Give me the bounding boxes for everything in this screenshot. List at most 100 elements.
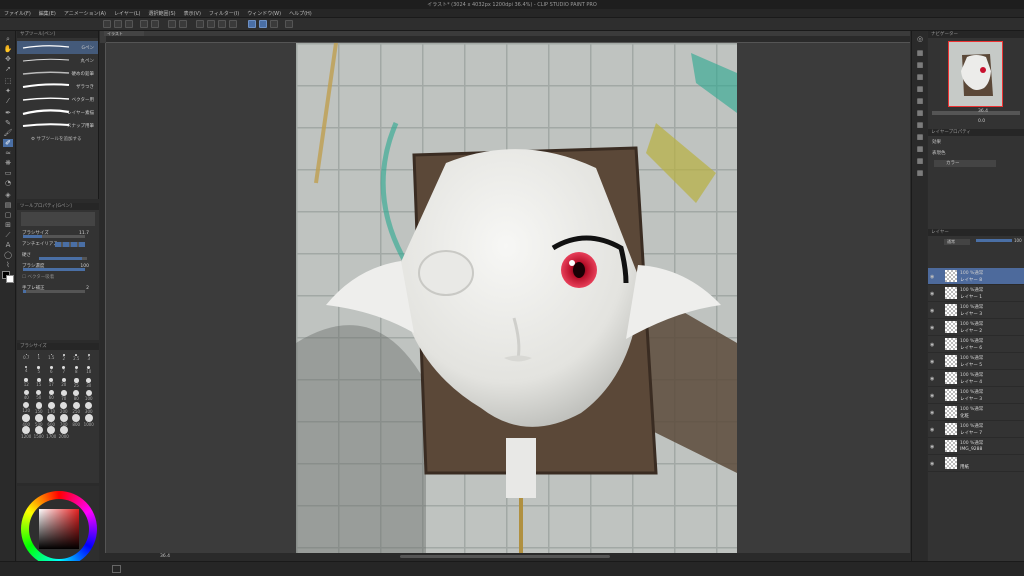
brush-size-cell[interactable]: 400	[20, 413, 33, 427]
menu-edit[interactable]: 編集(E)	[35, 9, 60, 18]
layer-row[interactable]: ◉ 100 %通常 レイヤー 3	[928, 387, 1024, 404]
antialias-row[interactable]: アンチエイリアス	[17, 239, 99, 250]
eye-icon[interactable]: ◉	[930, 427, 934, 433]
fill-tool-icon[interactable]: ◈	[3, 191, 13, 199]
menu-selection[interactable]: 選択範囲(S)	[145, 9, 180, 18]
sub-color-swatch[interactable]	[6, 275, 14, 283]
material-icon[interactable]: ▦	[915, 109, 925, 117]
material-icon[interactable]: ▦	[915, 97, 925, 105]
subtool-tab[interactable]: サブツール[ペン]	[17, 31, 98, 38]
menu-window[interactable]: ウィンドウ(W)	[243, 9, 285, 18]
eye-icon[interactable]: ◉	[930, 444, 934, 450]
menu-file[interactable]: ファイル(F)	[0, 9, 35, 18]
eye-icon[interactable]: ◉	[930, 359, 934, 365]
material-icon[interactable]: ▦	[915, 61, 925, 69]
navigator-icon[interactable]: ◎	[915, 35, 925, 43]
menu-view[interactable]: 表示(V)	[180, 9, 205, 18]
brush-size-cell[interactable]: 6	[45, 365, 58, 377]
navigator-thumbnail[interactable]	[948, 41, 1003, 107]
brush-item[interactable]: ベクター用	[17, 93, 98, 106]
opacity-slider[interactable]	[976, 239, 1012, 242]
invert-selection-icon[interactable]	[218, 20, 226, 28]
text-tool-icon[interactable]: A	[3, 241, 13, 249]
brush-size-cell[interactable]: 40	[20, 389, 33, 401]
density-row[interactable]: ブラシ濃度 100	[17, 261, 99, 272]
brush-size-cell[interactable]: 25	[70, 377, 83, 389]
brush-size-cell[interactable]: 50	[33, 389, 46, 401]
clear-icon[interactable]	[168, 20, 176, 28]
antialias-options[interactable]	[55, 242, 85, 247]
panel-toggle-icon[interactable]	[112, 565, 121, 573]
horizontal-scrollbar[interactable]	[400, 555, 610, 558]
pen-tool-icon[interactable]: ✒	[3, 109, 13, 117]
brush-size-cell[interactable]: 5	[33, 365, 46, 377]
brush-size-cell[interactable]: 1500	[33, 425, 46, 439]
auto-select-icon[interactable]: ✦	[3, 87, 13, 95]
layer-row[interactable]: ◉ 100 %通常 レイヤー 1	[928, 285, 1024, 302]
brush-size-cell[interactable]: 12	[20, 377, 33, 389]
vector-snap-row[interactable]: ☐ ベクター吸着	[17, 272, 99, 283]
brush-size-cell[interactable]: 70	[58, 389, 71, 401]
navigator-zoom[interactable]: 36.4	[978, 109, 988, 114]
brush-size-cell[interactable]: 7	[58, 365, 71, 377]
hue-ring[interactable]	[21, 491, 97, 567]
gradient-icon[interactable]: ▤	[3, 201, 13, 209]
menu-filter[interactable]: フィルター(I)	[205, 9, 243, 18]
deselect-icon[interactable]	[207, 20, 215, 28]
layer-row[interactable]: ◉ 100 %通常 レイヤー 7	[928, 421, 1024, 438]
layer-row[interactable]: ◉ 100 %通常 レイヤー 3	[928, 302, 1024, 319]
zoom-tool-icon[interactable]: ⌕	[3, 35, 13, 43]
material-icon[interactable]: ▦	[915, 121, 925, 129]
snap-grid-icon[interactable]	[259, 20, 267, 28]
brush-size-cell[interactable]: 300	[83, 401, 96, 414]
blend-mode-select[interactable]: 通常	[944, 239, 970, 245]
brush-size-cell[interactable]: 2000	[58, 425, 71, 439]
brush-size-row[interactable]: ブラシサイズ 11.7	[17, 228, 99, 239]
layer-row[interactable]: ◉ 用紙	[928, 455, 1024, 472]
material-icon[interactable]: ▦	[915, 73, 925, 81]
eye-icon[interactable]: ◉	[930, 376, 934, 382]
brush-size-cell[interactable]: 250	[70, 401, 83, 414]
brush-size-cell[interactable]: 170	[45, 401, 58, 414]
layer-row[interactable]: ◉ 100 %通常 レイヤー 4	[928, 370, 1024, 387]
brush-size-cell[interactable]: 2	[58, 353, 71, 365]
save-icon[interactable]	[125, 20, 133, 28]
zoom-readout[interactable]: 36.4	[160, 554, 170, 559]
brush-size-cell[interactable]: 1700	[45, 425, 58, 439]
figure-icon[interactable]: ▢	[3, 211, 13, 219]
layer-row[interactable]: ◉ 100 %通常 レイヤー 6	[928, 336, 1024, 353]
frame-icon[interactable]: ⊞	[3, 221, 13, 229]
eye-icon[interactable]: ◉	[930, 291, 934, 297]
balloon-icon[interactable]: ◯	[3, 251, 13, 259]
brush-size-cell[interactable]: 1.5	[45, 353, 58, 365]
eye-icon[interactable]: ◉	[930, 342, 934, 348]
brush-item[interactable]: スナップ用筆	[17, 119, 98, 132]
opacity-value[interactable]: 100	[1014, 238, 1022, 243]
stabilization-row[interactable]: 手ブレ補正 2	[17, 283, 99, 294]
layerprop-tab[interactable]: レイヤープロパティ	[928, 129, 1024, 136]
show-selection-icon[interactable]	[229, 20, 237, 28]
gpen-tool-icon[interactable]: ✐	[3, 139, 13, 147]
brush-size-cell[interactable]: 15	[33, 377, 46, 389]
brush-size-cell[interactable]: 600	[45, 413, 58, 427]
brush-size-cell[interactable]: 150	[33, 401, 46, 414]
density-slider[interactable]	[23, 268, 85, 271]
ruler-icon[interactable]: ⟋	[3, 231, 13, 239]
eye-icon[interactable]: ◉	[930, 410, 934, 416]
brush-size-cell[interactable]: 120	[20, 401, 33, 413]
brush-size-cell[interactable]: 30	[83, 377, 96, 389]
snap-special-icon[interactable]	[270, 20, 278, 28]
add-subtool-button[interactable]: ⚙ サブツールを追加する	[17, 132, 98, 146]
stabilization-slider[interactable]	[23, 290, 85, 293]
brush-size-cell[interactable]: 1	[33, 353, 46, 365]
stabilization-value[interactable]: 2	[86, 283, 89, 294]
menu-layer[interactable]: レイヤー(L)	[110, 9, 145, 18]
brush-size-cell[interactable]: 80	[70, 389, 83, 401]
new-file-icon[interactable]	[103, 20, 111, 28]
brush-size-cell[interactable]: 10	[83, 365, 96, 377]
undo-icon[interactable]	[140, 20, 148, 28]
material-icon[interactable]: ▦	[915, 133, 925, 141]
pencil-tool-icon[interactable]: ✎	[3, 119, 13, 127]
layer-tab[interactable]: レイヤー	[928, 229, 1024, 236]
brush-item[interactable]: 丸ペン	[17, 54, 98, 67]
